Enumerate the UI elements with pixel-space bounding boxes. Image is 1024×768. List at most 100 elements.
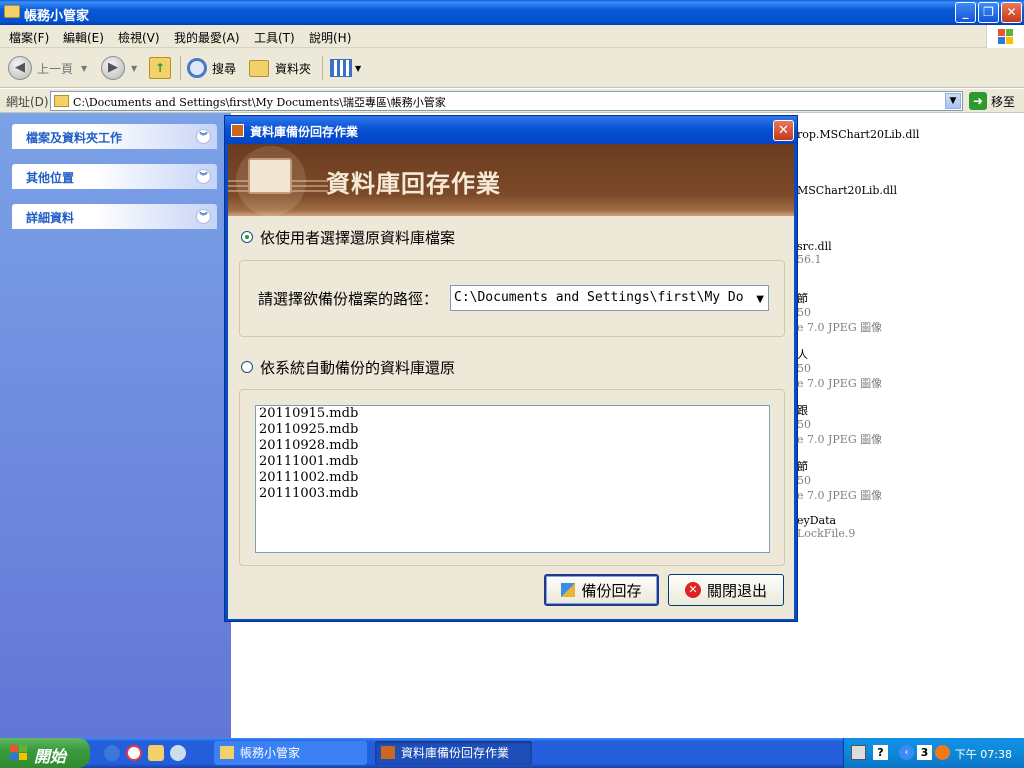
backup-listbox[interactable]: 20110915.mdb 20110925.mdb 20110928.mdb 2… <box>255 405 770 553</box>
file-name: rop.MSChart20Lib.dll <box>797 128 920 141</box>
address-input[interactable]: C:\Documents and Settings\first\My Docum… <box>50 91 963 111</box>
explorer-icon[interactable] <box>148 745 164 761</box>
file-item[interactable]: src.dll 56.1 <box>797 240 832 266</box>
windows-flag-icon <box>10 745 28 761</box>
windows-flag-icon <box>998 29 1014 44</box>
menu-favorites[interactable]: 我的最愛(A) <box>174 29 240 46</box>
menu-file[interactable]: 檔案(F) <box>9 29 49 46</box>
toolbar-divider <box>180 56 181 80</box>
restore-button-label: 備份回存 <box>581 581 642 600</box>
list-item[interactable]: 20111003.mdb <box>256 486 769 502</box>
menu-edit[interactable]: 編輯(E) <box>63 29 104 46</box>
list-item[interactable]: 20111001.mdb <box>256 454 769 470</box>
chevron-left-icon[interactable]: ‹ <box>899 745 914 760</box>
menu-tools[interactable]: 工具(T) <box>254 29 295 46</box>
views-icon <box>330 59 352 77</box>
folder-icon <box>220 746 234 759</box>
up-folder-icon: ↑ <box>149 57 171 79</box>
path-combobox[interactable]: C:\Documents and Settings\first\My Do ▼ <box>450 285 769 311</box>
media-player-icon[interactable] <box>126 745 142 761</box>
restore-icon <box>561 583 576 597</box>
dialog-title: 資料庫備份回存作業 <box>250 125 359 139</box>
panel-other-places[interactable]: 其他位置 ︾ <box>12 164 217 189</box>
tray-number[interactable]: 3 <box>917 745 932 760</box>
file-item[interactable]: 跟 50 e 7.0 JPEG 圖像 <box>797 402 882 447</box>
address-path: C:\Documents and Settings\first\My Docum… <box>73 96 446 109</box>
file-name: eyData <box>797 514 837 527</box>
views-button[interactable]: ▼ <box>330 56 361 80</box>
close-button[interactable]: ✕ <box>1001 2 1022 23</box>
file-size: 50 <box>797 418 811 431</box>
file-name: 人 <box>797 348 808 361</box>
search-button[interactable]: 搜尋 <box>187 56 236 80</box>
menu-help[interactable]: 說明(H) <box>309 29 351 46</box>
file-item[interactable]: MSChart20Lib.dll <box>797 184 897 197</box>
file-type: e 7.0 JPEG 圖像 <box>797 489 883 502</box>
list-item[interactable]: 20110925.mdb <box>256 422 769 438</box>
folder-icon <box>54 95 69 107</box>
task-restore-dialog[interactable]: 資料庫備份回存作業 <box>375 741 532 765</box>
folders-button[interactable]: 資料夾 <box>249 56 311 80</box>
forward-button[interactable]: ▶ ▼ <box>101 56 137 80</box>
file-item[interactable]: rop.MSChart20Lib.dll <box>797 128 919 141</box>
file-item[interactable]: eyData LockFile.9 <box>797 514 855 540</box>
radio-auto-backup-label[interactable]: 依系統自動備份的資料庫還原 <box>260 357 455 378</box>
back-dropdown-icon[interactable]: ▼ <box>81 64 87 73</box>
taskbar: 開始 帳務小管家 資料庫備份回存作業 ? ‹ 3 下午 07:38 <box>0 738 1024 768</box>
maximize-button[interactable]: ❐ <box>978 2 999 23</box>
file-type: e 7.0 JPEG 圖像 <box>797 377 883 390</box>
tray-app-icon[interactable] <box>935 745 950 760</box>
dialog-banner: 資料庫回存作業 <box>228 144 794 216</box>
list-item[interactable]: 20111002.mdb <box>256 470 769 486</box>
radio-user-select[interactable] <box>241 231 253 243</box>
help-icon[interactable]: ? <box>873 745 888 760</box>
up-folder-button[interactable]: ↑ <box>149 56 171 80</box>
go-arrow-icon[interactable]: ➜ <box>969 92 987 110</box>
expand-chevron-icon[interactable]: ︾ <box>196 209 211 224</box>
list-item[interactable]: 20110915.mdb <box>256 406 769 422</box>
restore-button[interactable]: 備份回存 <box>544 574 659 606</box>
file-size: 50 <box>797 362 811 375</box>
dialog-close-button[interactable]: ✕ <box>773 120 794 141</box>
backup-group: 20110915.mdb 20110925.mdb 20110928.mdb 2… <box>239 389 785 566</box>
chevron-down-icon[interactable]: ▼ <box>756 294 764 305</box>
window-title-bar: 帳務小管家 _ ❐ ✕ <box>0 0 1024 25</box>
start-button[interactable]: 開始 <box>0 738 90 768</box>
file-item[interactable]: 節 50 e 7.0 JPEG 圖像 <box>797 458 882 503</box>
browser-icon[interactable] <box>170 745 186 761</box>
panel-label: 其他位置 <box>26 171 75 185</box>
views-dropdown-icon: ▼ <box>355 63 362 73</box>
file-item[interactable]: 節 50 e 7.0 JPEG 圖像 <box>797 290 882 335</box>
menu-view[interactable]: 檢視(V) <box>118 29 160 46</box>
close-circle-icon: ✕ <box>684 582 701 598</box>
back-button[interactable]: ◀ 上一頁 ▼ <box>8 56 87 80</box>
file-name: src.dll <box>797 240 832 253</box>
task-explorer[interactable]: 帳務小管家 <box>214 741 367 765</box>
menu-bar: 檔案(F) 編輯(E) 檢視(V) 我的最愛(A) 工具(T) 說明(H) <box>0 25 1024 48</box>
panel-file-folder-tasks[interactable]: 檔案及資料夾工作 ︾ <box>12 124 217 149</box>
keyboard-icon[interactable] <box>851 745 866 760</box>
file-size: 50 <box>797 474 811 487</box>
list-item[interactable]: 20110928.mdb <box>256 438 769 454</box>
go-button[interactable]: 移至 <box>991 93 1015 110</box>
address-dropdown-icon[interactable]: ▼ <box>945 93 961 109</box>
expand-chevron-icon[interactable]: ︾ <box>196 169 211 184</box>
panel-details[interactable]: 詳細資料 ︾ <box>12 204 217 229</box>
search-icon <box>187 58 207 78</box>
address-label: 網址(D) <box>6 95 49 109</box>
radio-auto-backup[interactable] <box>241 361 253 373</box>
ie-icon[interactable] <box>104 745 120 761</box>
exit-button[interactable]: ✕ 關閉退出 <box>668 574 784 606</box>
file-size: LockFile.9 <box>797 527 856 540</box>
windows-logo <box>986 25 1024 48</box>
minimize-button[interactable]: _ <box>955 2 976 23</box>
app-icon <box>381 746 395 759</box>
file-item[interactable]: 人 50 e 7.0 JPEG 圖像 <box>797 346 882 391</box>
address-bar: 網址(D) C:\Documents and Settings\first\My… <box>0 89 1024 113</box>
expand-chevron-icon[interactable]: ︾ <box>196 129 211 144</box>
radio-user-select-label[interactable]: 依使用者選擇還原資料庫檔案 <box>260 227 455 248</box>
forward-dropdown-icon[interactable]: ▼ <box>131 64 137 73</box>
dialog-body: 資料庫回存作業 依使用者選擇還原資料庫檔案 請選擇欲備份檔案的路徑： C:\Do… <box>228 144 794 619</box>
restore-dialog: 資料庫備份回存作業 ✕ 資料庫回存作業 依使用者選擇還原資料庫檔案 請選擇欲備份… <box>224 115 798 622</box>
search-label: 搜尋 <box>212 61 237 76</box>
